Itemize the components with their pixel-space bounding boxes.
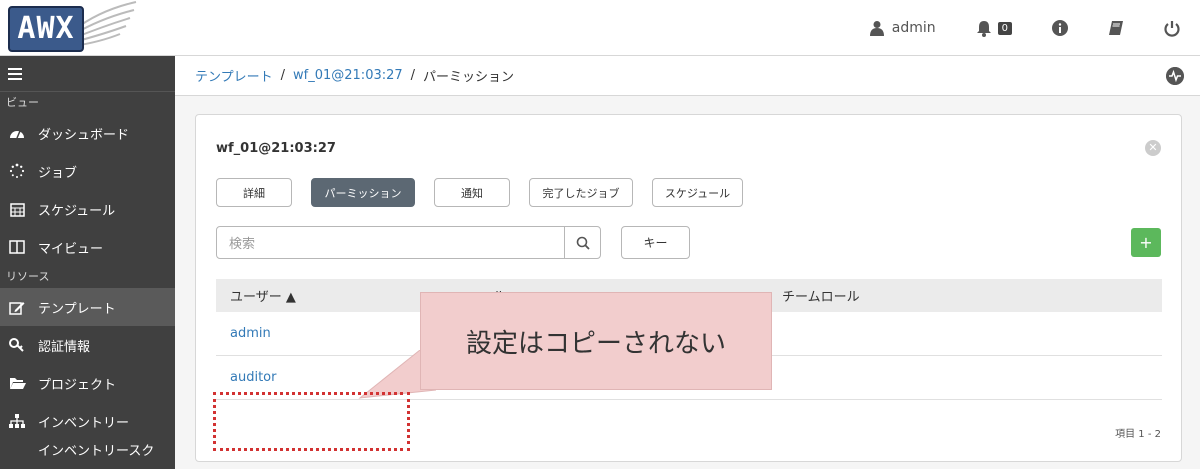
info-button[interactable] [1032,0,1088,56]
search-button[interactable] [564,227,600,258]
activity-stream-icon[interactable] [1166,67,1184,85]
sidebar-item-templates[interactable]: テンプレート [0,288,175,326]
notification-count-badge: 0 [997,21,1012,35]
tab-permissions[interactable]: パーミッション [311,178,415,207]
key-button[interactable]: キー [621,226,690,259]
edit-icon [6,298,28,316]
top-bar: AWX admin 0 [0,0,1200,56]
user-link[interactable]: auditor [230,370,276,385]
docs-button[interactable] [1088,0,1144,56]
annotation-callout: 設定はコピーされない [420,292,772,390]
tab-completed-jobs[interactable]: 完了したジョブ [529,178,633,207]
user-name: admin [891,20,936,36]
breadcrumb-workflow[interactable]: wf_01@21:03:27 [293,68,403,83]
key-icon [6,336,28,354]
breadcrumb-current: パーミッション [423,70,515,85]
sidebar-item-jobs[interactable]: ジョブ [0,152,175,190]
spinner-icon [6,162,28,180]
dashboard-icon [6,124,28,142]
sidebar-item-label: テンプレート [38,301,116,317]
sidebar-item-label: ジョブ [38,165,78,181]
sidebar-item-my-view[interactable]: マイビュー [0,228,175,266]
pagination-label: 項目 1 - 2 [1115,429,1161,440]
user-icon [869,21,884,36]
sidebar-item-label: マイビュー [38,241,104,257]
info-icon [1052,20,1068,36]
add-button[interactable]: + [1131,228,1161,257]
breadcrumb: テンプレート / wf_01@21:03:27 / パーミッション [175,56,1200,96]
sitemap-icon [6,412,28,430]
logout-button[interactable] [1144,0,1200,56]
sidebar-item-label: プロジェクト [38,377,117,393]
sidebar: ビュー ダッシュボード ジョブ スケジュール マイビュー リソース テンプレート… [0,56,175,469]
close-icon[interactable]: ✕ [1145,140,1161,156]
tab-bar: 詳細 パーミッション 通知 完了したジョブ スケジュール [216,178,762,207]
sidebar-item-projects[interactable]: プロジェクト [0,364,175,402]
user-menu[interactable]: admin [850,0,956,56]
notifications-button[interactable]: 0 [956,0,1032,56]
breadcrumb-templates[interactable]: テンプレート [195,66,273,85]
tab-details[interactable]: 詳細 [216,178,292,207]
calendar-icon [6,200,28,218]
bell-icon [976,20,991,37]
sidebar-item-label: 認証情報 [38,339,91,355]
book-icon [1109,21,1123,35]
menu-toggle[interactable] [0,56,175,92]
breadcrumb-separator: / [280,68,286,83]
columns-icon [6,238,28,256]
search-icon [576,236,590,250]
sidebar-item-inventory-scripts[interactable]: インベントリースク [0,440,175,460]
folder-icon [6,374,28,392]
sidebar-item-schedules[interactable]: スケジュール [0,190,175,228]
sidebar-item-label: スケジュール [38,203,116,219]
logo-text: AWX [8,6,84,52]
sidebar-item-inventories[interactable]: インベントリー [0,402,175,440]
sidebar-section-views: ビュー [6,96,39,109]
sidebar-section-resources: リソース [6,270,50,283]
awx-logo[interactable]: AWX [0,0,140,56]
panel-title: wf_01@21:03:27 [216,141,336,156]
sidebar-item-credentials[interactable]: 認証情報 [0,326,175,364]
sidebar-item-label: ダッシュボード [38,127,130,143]
power-icon [1164,20,1180,37]
sidebar-item-label: インベントリースク [38,444,155,459]
sidebar-item-dashboard[interactable]: ダッシュボード [0,114,175,152]
sidebar-item-label: インベントリー [38,415,130,431]
search-box: 検索 [216,226,601,259]
hamburger-icon [8,67,22,80]
user-link[interactable]: admin [230,326,271,341]
breadcrumb-separator: / [410,68,416,83]
column-header-user[interactable]: ユーザー ▲ [230,286,296,305]
column-header-team-role: チームロール [782,290,860,305]
search-input[interactable]: 検索 [217,227,564,258]
annotation-highlight-box [213,392,410,451]
tab-notifications[interactable]: 通知 [434,178,510,207]
tab-schedules[interactable]: スケジュール [652,178,743,207]
